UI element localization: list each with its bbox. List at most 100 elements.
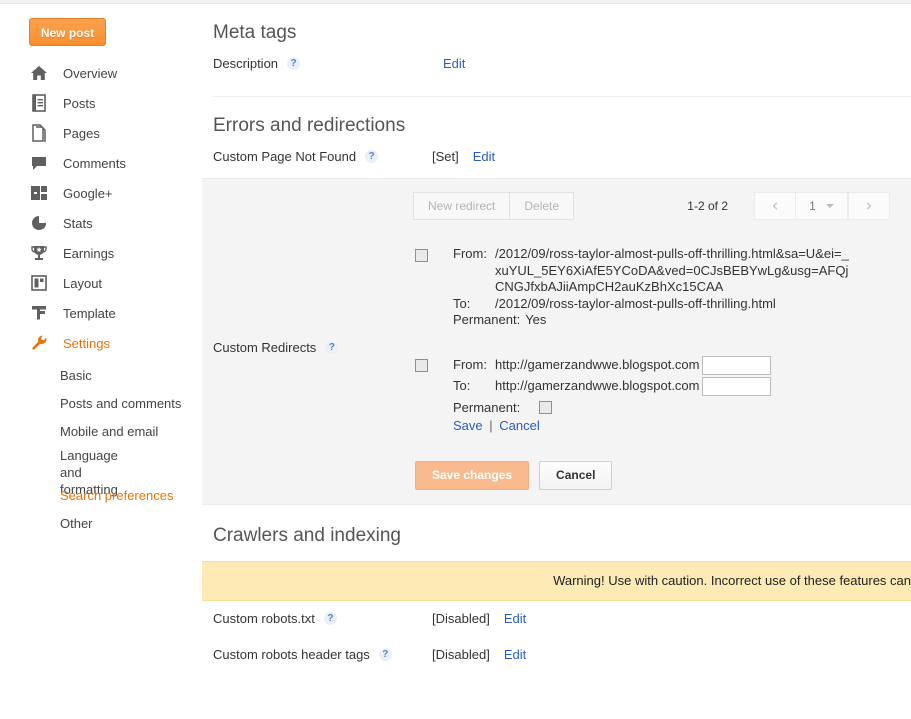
row-value-page-not-found: [Set] Edit <box>413 139 495 164</box>
redirect-from-input[interactable] <box>702 356 771 375</box>
sidebar-subnav: Basic Posts and comments Mobile and emai… <box>0 362 202 538</box>
sidebar-item-label: Template <box>63 306 116 321</box>
redirect-to-label: To: <box>453 378 495 395</box>
sidebar-item-label: Google+ <box>63 186 113 201</box>
redirects-toolbar: New redirect Delete 1-2 of 2 ‹ 1 <box>402 191 911 221</box>
sidebar-item-label: Earnings <box>63 246 114 261</box>
sidebar-item-label: Stats <box>63 216 93 231</box>
sidebar-item-overview[interactable]: Overview <box>0 58 202 88</box>
row-custom-robots-header-tags: Custom robots header tags ? [Disabled] E… <box>202 637 911 673</box>
sidebar-item-stats[interactable]: Stats <box>0 208 202 238</box>
sidebar-subitem-basic[interactable]: Basic <box>0 362 202 390</box>
stats-pie-icon <box>29 213 49 233</box>
sidebar-subitem-search-preferences[interactable]: Search preferences <box>0 482 202 510</box>
edit-robots-txt-link[interactable]: Edit <box>504 611 526 626</box>
page-number-select[interactable]: 1 <box>796 192 848 220</box>
chevron-left-icon: ‹ <box>772 198 779 215</box>
redirect-permanent-label: Permanent: <box>453 312 520 329</box>
template-icon <box>29 303 49 323</box>
edit-description-link[interactable]: Edit <box>443 56 465 71</box>
posts-icon <box>29 93 49 113</box>
page-number-value: 1 <box>809 199 816 213</box>
help-icon[interactable]: ? <box>365 150 378 163</box>
redirect-to-line: To: /2012/09/ross-taylor-almost-pulls-of… <box>453 296 849 313</box>
next-page-button[interactable]: › <box>848 192 890 220</box>
redirect-permanent-line: Permanent: Yes <box>453 312 849 329</box>
warning-text: Warning! Use with caution. Incorrect use… <box>541 573 911 588</box>
sidebar-item-label: Comments <box>63 156 126 171</box>
redirect-details: From: /2012/09/ross-taylor-almost-pulls-… <box>453 246 849 329</box>
sidebar-item-settings[interactable]: Settings <box>0 328 202 358</box>
sidebar-subitem-posts-and-comments[interactable]: Posts and comments <box>0 390 202 418</box>
edit-robots-header-tags-link[interactable]: Edit <box>504 647 526 662</box>
sidebar-subitem-mobile-and-email[interactable]: Mobile and email <box>0 418 202 446</box>
main-content: Meta tags Description ? Edit Errors and … <box>202 4 911 719</box>
help-icon[interactable]: ? <box>287 57 300 70</box>
redirect-edit-form: From: http://gamerzandwwe.blogspot.com T… <box>453 356 771 435</box>
trophy-icon <box>29 243 49 263</box>
redirect-save-cancel: Save | Cancel <box>453 418 771 435</box>
redirect-row: From: /2012/09/ross-taylor-almost-pulls-… <box>402 246 911 329</box>
redirect-from-label: From: <box>453 246 495 296</box>
redirects-pager: 1-2 of 2 ‹ 1 › <box>687 192 911 220</box>
row-label-page-not-found: Custom Page Not Found ? <box>213 139 413 164</box>
sidebar-item-posts[interactable]: Posts <box>0 88 202 118</box>
help-icon[interactable]: ? <box>379 648 392 661</box>
redirect-to-prefix: http://gamerzandwwe.blogspot.com <box>495 378 700 395</box>
row-label-robots-header-tags: Custom robots header tags ? <box>213 637 413 662</box>
sidebar-subitem-language-and-formatting[interactable]: Language and formatting <box>0 446 130 482</box>
sidebar-item-label: Posts <box>63 96 96 111</box>
redirect-from-prefix: http://gamerzandwwe.blogspot.com <box>495 357 700 374</box>
sidebar-item-template[interactable]: Template <box>0 298 202 328</box>
page-not-found-state: [Set] <box>432 149 459 164</box>
redirect-from-label: From: <box>453 357 495 374</box>
panel-actions: Save changes Cancel <box>402 461 911 490</box>
row-label-robots-txt: Custom robots.txt ? <box>213 601 413 626</box>
redirect-permanent-value: Yes <box>525 312 546 329</box>
redirect-to-line: To: http://gamerzandwwe.blogspot.com <box>453 377 771 396</box>
delete-redirect-button[interactable]: Delete <box>510 192 574 220</box>
redirect-checkbox[interactable] <box>415 359 428 372</box>
sidebar-subitem-other[interactable]: Other <box>0 510 202 538</box>
redirect-checkbox[interactable] <box>415 249 428 262</box>
save-changes-button[interactable]: Save changes <box>415 461 529 490</box>
warning-banner: Warning! Use with caution. Incorrect use… <box>202 561 911 601</box>
redirect-permanent-line: Permanent: <box>453 400 771 417</box>
cancel-button[interactable]: Cancel <box>539 461 612 490</box>
save-redirect-link[interactable]: Save <box>453 418 483 433</box>
separator: | <box>489 418 492 433</box>
row-custom-page-not-found: Custom Page Not Found ? [Set] Edit <box>202 139 911 178</box>
row-value-robots-txt: [Disabled] Edit <box>413 601 526 626</box>
permanent-checkbox[interactable] <box>539 401 552 414</box>
help-icon[interactable]: ? <box>325 341 338 354</box>
sidebar-item-pages[interactable]: Pages <box>0 118 202 148</box>
edit-page-not-found-link[interactable]: Edit <box>473 149 495 164</box>
custom-redirects-body: New redirect Delete 1-2 of 2 ‹ 1 <box>402 179 911 504</box>
home-icon <box>29 63 49 83</box>
redirect-to-input[interactable] <box>702 377 771 396</box>
prev-page-button[interactable]: ‹ <box>754 192 796 220</box>
sidebar-item-label: Overview <box>63 66 117 81</box>
row-label-custom-redirects: Custom Redirects ? <box>202 179 402 504</box>
sidebar-item-label: Settings <box>63 336 110 351</box>
blogger-settings-page: New post Overview Pos <box>0 0 911 719</box>
chevron-down-icon <box>826 204 834 208</box>
sidebar-item-comments[interactable]: Comments <box>0 148 202 178</box>
row-label-description: Description ? <box>213 46 413 71</box>
sidebar-item-earnings[interactable]: Earnings <box>0 238 202 268</box>
help-icon[interactable]: ? <box>324 612 337 625</box>
redirect-from-line: From: /2012/09/ross-taylor-almost-pulls-… <box>453 246 849 296</box>
redirect-from-value: /2012/09/ross-taylor-almost-pulls-off-th… <box>495 246 849 296</box>
wrench-icon <box>29 333 49 353</box>
new-post-button[interactable]: New post <box>29 18 106 46</box>
redirect-permanent-label: Permanent: <box>453 400 539 417</box>
robots-txt-state: [Disabled] <box>432 611 490 626</box>
robots-header-tags-state: [Disabled] <box>432 647 490 662</box>
sidebar-item-google-plus[interactable]: Google+ <box>0 178 202 208</box>
section-title-errors: Errors and redirections <box>202 97 911 139</box>
sidebar-item-layout[interactable]: Layout <box>0 268 202 298</box>
redirect-row-editing: From: http://gamerzandwwe.blogspot.com T… <box>402 356 911 435</box>
cancel-redirect-link[interactable]: Cancel <box>499 418 539 433</box>
redirect-from-line: From: http://gamerzandwwe.blogspot.com <box>453 356 771 375</box>
new-redirect-button[interactable]: New redirect <box>413 192 510 220</box>
